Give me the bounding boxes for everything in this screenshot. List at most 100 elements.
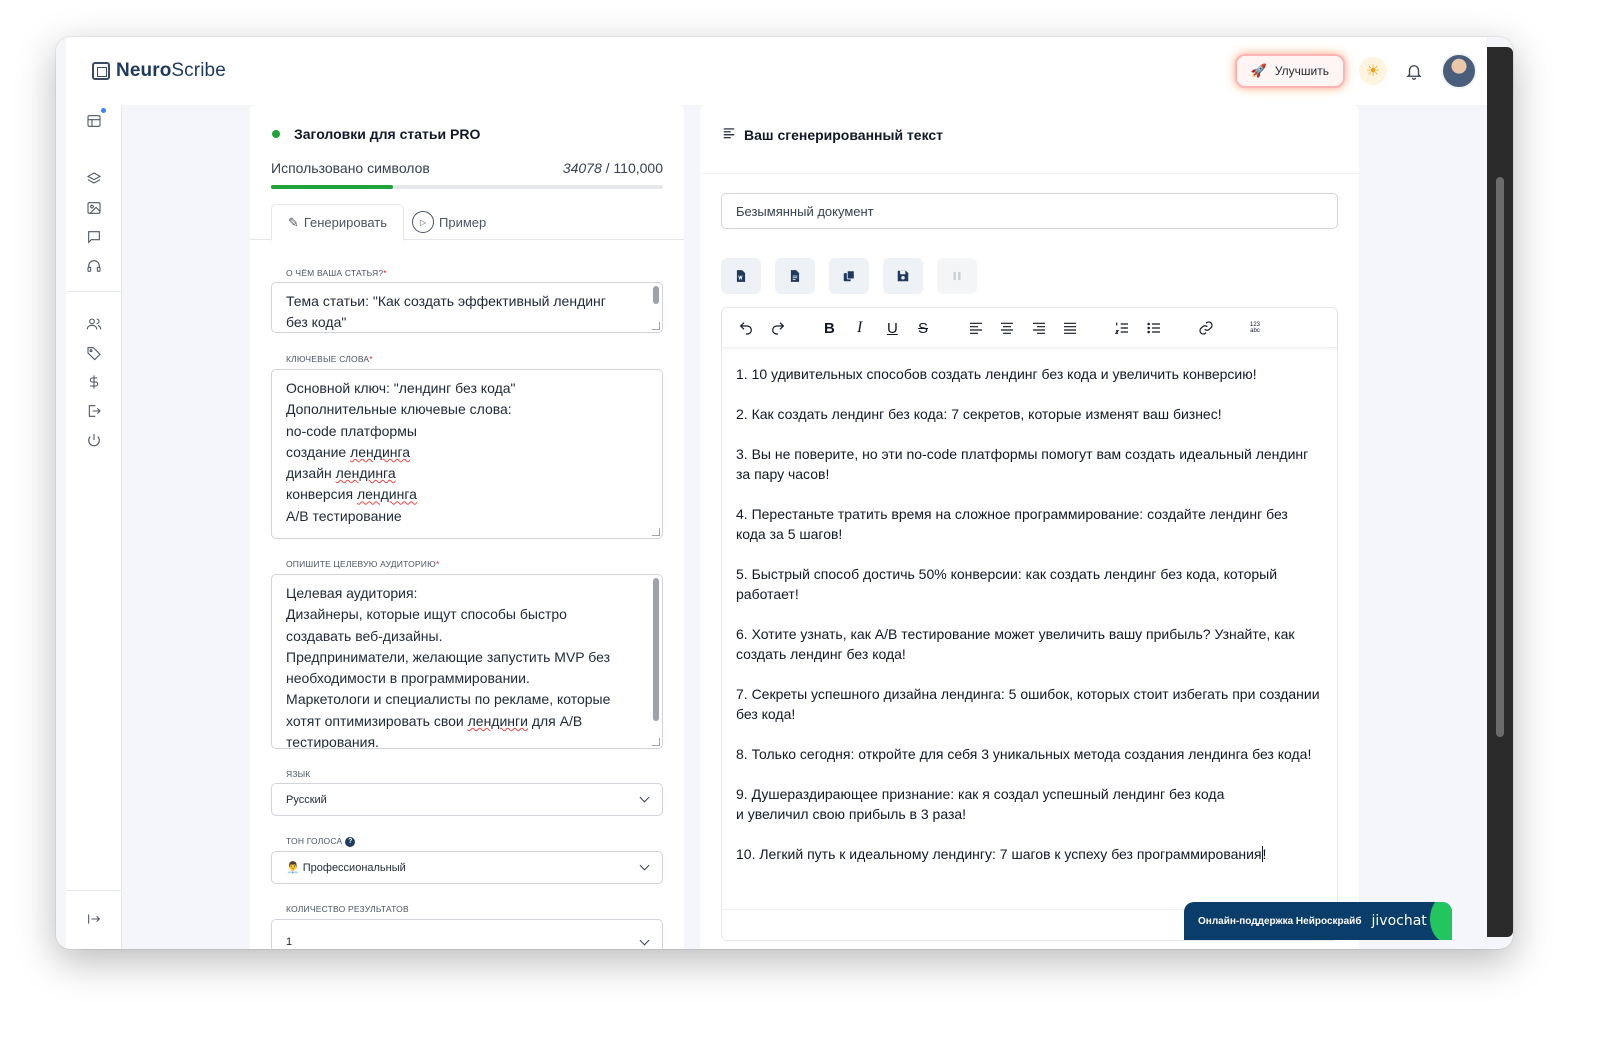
logo[interactable]: NeuroScribe [92,60,226,82]
resize-handle[interactable] [652,322,660,330]
text-editor[interactable]: B I U S 123 abc 1. 10 удивительных способ… [721,307,1338,941]
generated-text[interactable]: 1. 10 удивительных способов создать ленд… [736,364,1321,884]
support-chat-widget[interactable]: Онлайн-поддержка Нейроскрайб jivochat [1184,902,1452,940]
theme-toggle-sun-icon[interactable]: ☀ [1359,57,1387,85]
rocket-icon: 🚀 [1250,63,1267,78]
chevron-down-icon [639,792,650,803]
play-icon: ▷ [412,211,434,233]
tag-icon[interactable] [86,345,102,361]
user-avatar[interactable] [1441,53,1477,89]
align-justify-icon[interactable] [1062,319,1078,337]
help-icon[interactable]: ? [345,836,356,847]
power-icon[interactable] [86,432,102,448]
editor-toolbar: B I U S 123 abc [722,308,1337,348]
result-item: 7. Секреты успешного дизайна лендинга: 5… [736,686,1320,722]
spellcheck-icon[interactable]: 123 abc [1250,319,1260,337]
textarea-scrollbar[interactable] [653,578,659,721]
expand-arrow-icon[interactable] [86,911,102,927]
chat-status-badge [1430,902,1452,940]
count-label: Количество результатов [286,904,409,914]
pencil-icon: ✎ [287,214,299,230]
chevron-down-icon [639,935,650,946]
tab-example[interactable]: ▷ Пример [412,204,486,240]
sidebar-bottom-divider [66,890,121,891]
topic-textarea[interactable]: Тема статьи: "Как создать эффективный ле… [271,282,663,333]
top-bar: NeuroScribe 🚀 Улучшить ☀ [66,37,1487,105]
status-dot [272,130,280,138]
headphones-icon[interactable] [86,258,102,274]
notification-dot [101,108,106,113]
audience-textarea[interactable]: Целевая аудитория: Дизайнеры, которые ищ… [271,574,663,749]
result-item: 4. Перестаньте тратить время на сложное … [736,506,1288,542]
pause-icon [953,271,961,281]
sidebar-divider [66,291,121,292]
chevron-down-icon [639,860,650,871]
logo-text: NeuroScribe [116,60,226,81]
bullet-list-icon[interactable] [1146,319,1162,337]
bold-icon[interactable]: B [824,319,835,337]
language-label: Язык [286,769,311,779]
strikethrough-icon[interactable]: S [918,319,928,337]
align-center-icon[interactable] [999,319,1015,337]
align-left-icon[interactable] [968,319,984,337]
language-select[interactable]: Русский [271,783,663,816]
result-item: 3. Вы не поверите, но эти no-code платфо… [736,446,1309,482]
window-scrollbar-track [1487,47,1513,937]
tone-select[interactable]: 👨‍💼 Профессиональный [271,851,663,884]
link-icon[interactable] [1198,319,1214,337]
export-word-button[interactable] [721,258,761,294]
keywords-label: Ключевые слова* [286,354,373,364]
textarea-scrollbar[interactable] [653,286,659,304]
audience-label: Опишите целевую аудиторию* [286,559,440,569]
output-panel: Ваш сгенерированный текст Безымянный док… [700,105,1359,949]
logout-icon[interactable] [86,403,102,419]
usage-progress-bar [271,185,663,189]
pause-button[interactable] [937,258,977,294]
notifications-bell-icon[interactable] [1403,60,1425,82]
window-scrollbar-thumb[interactable] [1496,177,1504,737]
output-divider [700,173,1359,174]
result-item: 6. Хотите узнать, как A/B тестирование м… [736,626,1295,662]
file-text-icon [790,270,800,282]
users-icon[interactable] [86,316,102,332]
copy-icon [843,270,855,282]
export-text-button[interactable] [775,258,815,294]
upgrade-label: Улучшить [1274,64,1329,78]
resize-handle[interactable] [652,528,660,536]
align-left-icon [722,126,736,143]
count-select[interactable]: 1 [271,919,663,949]
result-item: 1. 10 удивительных способов создать ленд… [736,366,1257,382]
tab-generate[interactable]: ✎ Генерировать [271,204,404,241]
result-item: 9. Душераздирающее признание: как я созд… [736,786,1225,822]
copy-button[interactable] [829,258,869,294]
output-title: Ваш сгенерированный текст [722,126,943,143]
topic-label: О чём ваша статья?* [286,268,387,278]
usage-progress-fill [271,185,393,189]
usage-label: Использовано символов [271,160,430,176]
usage-value: 34078 / 110,000 [562,160,663,176]
ordered-list-icon[interactable] [1114,319,1130,337]
form-title: Заголовки для статьи PRO [272,126,480,142]
redo-icon[interactable] [770,319,786,337]
generator-form-panel: Заголовки для статьи PRO Использовано си… [250,105,684,949]
save-icon [897,270,909,282]
save-button[interactable] [883,258,923,294]
tone-label: Тон голоса? [286,836,356,847]
align-right-icon[interactable] [1031,319,1047,337]
document-name-input[interactable]: Безымянный документ [721,193,1338,229]
underline-icon[interactable]: U [887,319,898,337]
undo-icon[interactable] [738,319,754,337]
layout-icon[interactable] [86,108,106,129]
keywords-textarea[interactable]: Основной ключ: "лендинг без кода" Дополн… [271,369,663,539]
image-icon[interactable] [86,200,102,216]
chat-icon[interactable] [86,229,102,245]
result-item: 8. Только сегодня: откройте для себя 3 у… [736,746,1312,762]
result-item: 5. Быстрый способ достичь 50% конверсии:… [736,566,1278,602]
resize-handle[interactable] [652,738,660,746]
file-word-icon [736,270,746,282]
form-tabs: ✎ Генерировать ▷ Пример [250,204,684,241]
dollar-icon[interactable] [86,374,102,390]
layers-icon[interactable] [86,171,102,187]
italic-icon[interactable]: I [857,319,862,337]
upgrade-button[interactable]: 🚀 Улучшить [1236,56,1343,86]
